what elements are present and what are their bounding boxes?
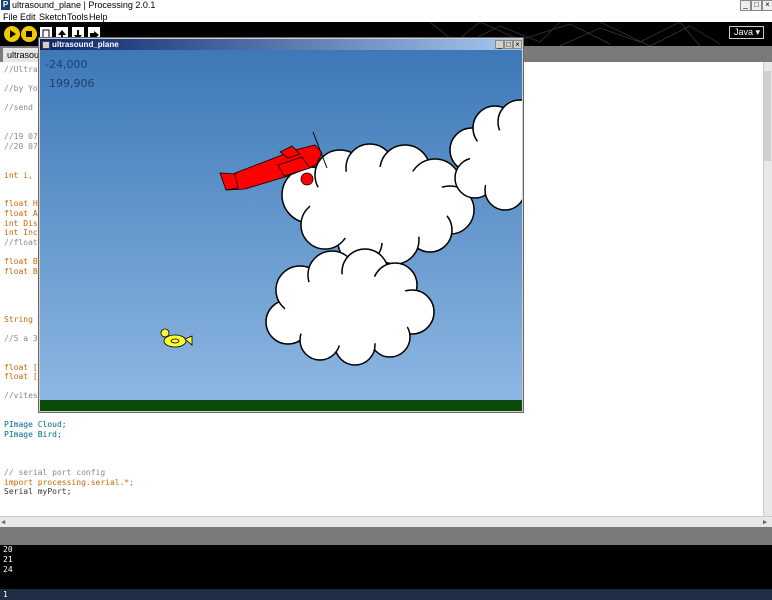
code-line: //vitess	[4, 391, 43, 401]
menu-sketch[interactable]: Sketch	[39, 12, 67, 22]
scroll-left-icon[interactable]: ◀	[1, 518, 5, 526]
menu-edit[interactable]: Edit	[20, 12, 36, 22]
mode-selector[interactable]: Java ▾	[729, 26, 764, 39]
ground	[40, 400, 522, 411]
tab-ultrasound-plane[interactable]: ultrasound_plane	[3, 48, 41, 62]
console-line: 21	[3, 555, 13, 564]
sketch-canvas[interactable]: -24,000 199,906	[40, 50, 522, 411]
close-icon[interactable]: ×	[762, 0, 772, 11]
code-line: //by Yor	[4, 84, 43, 94]
menu-help[interactable]: Help	[89, 12, 108, 22]
menu-tools[interactable]: Tools	[67, 12, 88, 22]
code-line: // serial port config	[4, 468, 106, 478]
code-line: import processing.serial.*;	[4, 477, 135, 487]
code-line: float Ha	[4, 199, 43, 209]
title-bar: P ultrasound_plane | Processing 2.0.1 _ …	[0, 0, 772, 11]
code-line: //float	[4, 237, 38, 247]
code-line: int Dist	[4, 218, 43, 228]
maximize-icon[interactable]: □	[751, 0, 762, 11]
console-line: 20	[3, 545, 13, 554]
code-line: PImage Cloud;	[4, 420, 67, 430]
sketch-window-icon	[42, 41, 50, 49]
code-line: int Inco	[4, 228, 43, 238]
minimize-icon[interactable]: _	[740, 0, 751, 11]
code-line: Serial myPort;	[4, 487, 72, 497]
menu-bar: File Edit Sketch Tools Help	[0, 11, 772, 22]
code-line: //send c	[4, 103, 43, 113]
code-line: float []	[4, 362, 43, 372]
message-area	[0, 527, 772, 545]
code-line: PImage Bird;	[4, 429, 62, 439]
sketch-close-icon[interactable]: ×	[513, 40, 522, 49]
code-line: //Ultras	[4, 65, 43, 74]
scene	[40, 50, 522, 411]
code-line: int i, j	[4, 170, 43, 180]
sketch-title-text: ultrasound_plane	[52, 40, 119, 49]
readout-value-2: 199,906	[49, 77, 95, 90]
sketch-maximize-icon[interactable]: □	[504, 40, 513, 49]
sketch-minimize-icon[interactable]: _	[495, 40, 504, 49]
status-bar: 1	[0, 589, 772, 600]
line-number: 1	[3, 590, 8, 599]
processing-logo-icon: P	[1, 0, 10, 10]
code-line: float []	[4, 372, 43, 382]
menu-file[interactable]: File	[3, 12, 18, 22]
run-button[interactable]	[4, 26, 20, 42]
code-line: //20 07	[4, 141, 38, 151]
window-title: ultrasound_plane | Processing 2.0.1	[12, 0, 156, 10]
code-line: float Bi	[4, 266, 43, 276]
vertical-scrollbar-thumb[interactable]	[764, 71, 771, 161]
code-line: //5 a 32	[4, 333, 43, 343]
code-line: String D	[4, 314, 43, 324]
code-line: //19 07	[4, 132, 38, 142]
console-line: 24	[3, 565, 13, 574]
code-line: float Bi	[4, 257, 43, 266]
scroll-right-icon[interactable]: ▶	[763, 518, 767, 526]
stop-button[interactable]	[21, 26, 37, 42]
code-line: float An	[4, 209, 43, 218]
readout-value-1: -24,000	[45, 58, 88, 71]
console: 20 21 24	[0, 545, 772, 589]
